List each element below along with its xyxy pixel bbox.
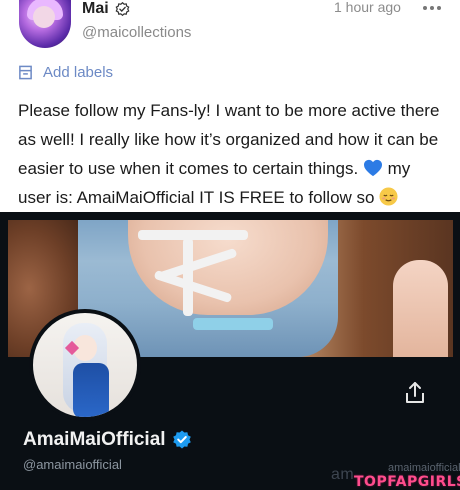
relieved-face-emoji <box>379 187 398 206</box>
post-timestamp: 1 hour ago <box>334 0 401 15</box>
label-icon <box>19 65 32 80</box>
blue-heart-emoji <box>363 159 382 177</box>
watermark-text: am <box>331 466 355 483</box>
share-icon <box>406 382 424 403</box>
card-name-row: AmaiMaiOfficial <box>23 429 192 451</box>
card-handle: @amaimaiofficial <box>23 457 122 472</box>
post-body: Please follow my Fans-ly! I want to be m… <box>18 96 448 212</box>
author-name[interactable]: Mai <box>82 1 109 17</box>
embedded-profile-card[interactable]: AmaiMaiOfficial @amaimaiofficial am amai… <box>0 212 460 490</box>
verified-badge-icon <box>115 1 130 16</box>
author-avatar[interactable] <box>19 0 71 48</box>
verified-badge-icon <box>172 430 191 449</box>
author-handle[interactable]: @maicollections <box>82 24 191 41</box>
author-name-row: Mai <box>82 0 130 18</box>
add-labels-button[interactable]: Add labels <box>18 64 113 81</box>
site-watermark-badge: TOPFAPGIRLS <box>354 474 460 490</box>
add-labels-label: Add labels <box>43 64 114 81</box>
more-options-icon[interactable] <box>423 0 443 16</box>
card-display-name[interactable]: AmaiMaiOfficial <box>23 429 166 451</box>
share-button[interactable] <box>402 380 428 406</box>
profile-avatar[interactable] <box>29 309 141 421</box>
watermark-handle: amaimaiofficial <box>388 462 460 474</box>
post: Mai 1 hour ago @maicollections Add label… <box>0 0 460 212</box>
